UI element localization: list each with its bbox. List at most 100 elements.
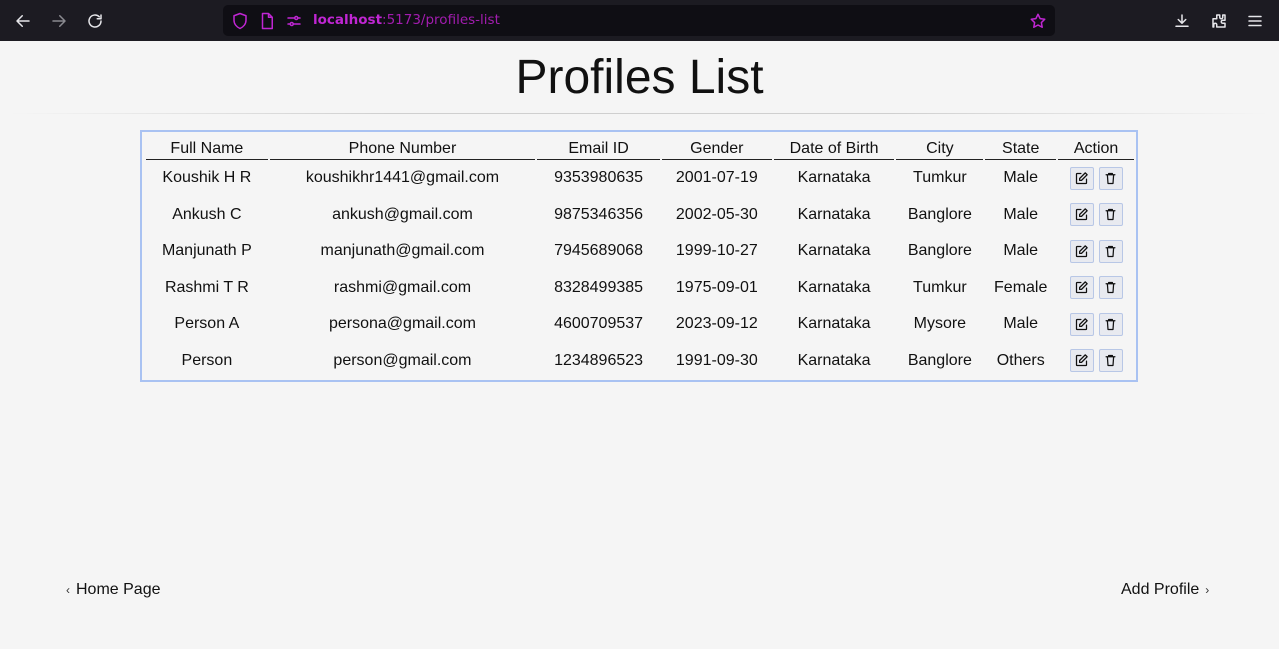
shield-icon[interactable]	[231, 12, 249, 30]
cell-gender: 1991-09-30	[675, 351, 758, 369]
row-actions	[1058, 239, 1134, 263]
cell-action	[1058, 160, 1134, 197]
cell-action	[1058, 343, 1134, 380]
table-row: Person person@gmail.com 1234896523 1991-09-…	[146, 343, 1134, 380]
header-email-id: Email ID	[537, 134, 660, 160]
back-icon[interactable]	[12, 10, 34, 32]
edit-button[interactable]	[1069, 312, 1094, 336]
delete-button[interactable]	[1098, 349, 1123, 373]
cell-phone-number: persona@gmail.com	[328, 315, 476, 333]
cell-email-id: 7945689068	[554, 242, 644, 260]
profiles-table: Full Name Phone Number Email ID Gender D…	[144, 134, 1136, 379]
cell-email-id: 9875346356	[554, 205, 644, 223]
cell-email-id: 1234896523	[554, 351, 644, 369]
trash-icon	[1103, 207, 1118, 222]
cell-email-id: 9353980635	[554, 169, 644, 187]
edit-icon	[1074, 171, 1089, 186]
edit-icon	[1074, 207, 1089, 222]
cell-state: Male	[1003, 315, 1039, 333]
url-text[interactable]: localhost:5173/profiles-list	[313, 11, 500, 29]
header-date-of-birth: Date of Birth	[773, 134, 895, 160]
edit-button[interactable]	[1069, 276, 1094, 300]
cell-phone-number: rashmi@gmail.com	[333, 278, 472, 296]
table-row: Manjunath P manjunath@gmail.com 7945689068…	[146, 233, 1134, 270]
row-actions	[1058, 349, 1134, 373]
header-phone-number: Phone Number	[269, 134, 536, 160]
trash-icon	[1103, 171, 1118, 186]
chevron-right-icon: ›	[1205, 583, 1210, 597]
cell-city: Banglore	[907, 205, 972, 223]
trash-icon	[1103, 244, 1118, 259]
cell-gender: 1975-09-01	[675, 278, 758, 296]
table-header-row: Full Name Phone Number Email ID Gender D…	[146, 134, 1134, 160]
add-profile-link[interactable]: Add Profile ›	[1121, 580, 1209, 600]
delete-button[interactable]	[1098, 239, 1123, 263]
table-row: Koushik H R koushikhr1441@gmail.com 935398…	[146, 160, 1134, 197]
cell-city: Tumkur	[913, 278, 967, 296]
edit-icon	[1074, 244, 1089, 259]
cell-date-of-birth: Karnataka	[797, 278, 871, 296]
cell-full-name: Koushik H R	[162, 169, 252, 187]
cell-gender: 2001-07-19	[675, 169, 758, 187]
cell-state: Female	[994, 278, 1048, 296]
cell-phone-number: person@gmail.com	[333, 351, 472, 369]
edit-button[interactable]	[1069, 166, 1094, 190]
trash-icon	[1103, 317, 1118, 332]
cell-phone-number: ankush@gmail.com	[332, 205, 473, 223]
edit-button[interactable]	[1069, 239, 1094, 263]
cell-action	[1058, 270, 1134, 307]
url-host: localhost	[313, 12, 383, 28]
add-profile-label: Add Profile	[1121, 581, 1200, 598]
cell-city: Banglore	[907, 351, 972, 369]
cell-action	[1058, 197, 1134, 234]
header-state: State	[985, 134, 1057, 160]
row-actions	[1058, 203, 1134, 227]
header-action: Action	[1058, 134, 1134, 160]
bookmark-star-icon[interactable]	[1029, 12, 1047, 30]
edit-button[interactable]	[1069, 349, 1094, 373]
page-icon[interactable]	[258, 12, 276, 30]
delete-button[interactable]	[1098, 203, 1123, 227]
permissions-icon[interactable]	[285, 12, 303, 30]
cell-date-of-birth: Karnataka	[797, 205, 871, 223]
row-actions	[1058, 312, 1134, 336]
home-page-link[interactable]: ‹ Home Page	[66, 580, 161, 600]
extensions-icon[interactable]	[1208, 10, 1230, 32]
download-icon[interactable]	[1171, 10, 1193, 32]
reload-icon[interactable]	[84, 10, 106, 32]
cell-gender: 1999-10-27	[675, 242, 758, 260]
delete-button[interactable]	[1098, 166, 1123, 190]
cell-full-name: Ankush C	[172, 205, 242, 223]
delete-button[interactable]	[1098, 312, 1123, 336]
trash-icon	[1103, 353, 1118, 368]
cell-date-of-birth: Karnataka	[797, 351, 871, 369]
cell-full-name: Rashmi T R	[164, 278, 249, 296]
cell-action	[1058, 306, 1134, 343]
url-bar[interactable]: localhost:5173/profiles-list	[223, 5, 1055, 36]
menu-icon[interactable]	[1244, 10, 1266, 32]
table-body: Koushik H R koushikhr1441@gmail.com 935398…	[146, 160, 1134, 379]
cell-phone-number: manjunath@gmail.com	[320, 242, 485, 260]
chevron-left-icon: ‹	[66, 583, 70, 597]
table-row: Person A persona@gmail.com 4600709537 2023-…	[146, 306, 1134, 343]
page-title: Profiles List	[515, 51, 764, 104]
cell-state: Others	[996, 351, 1045, 369]
cell-email-id: 4600709537	[554, 315, 644, 333]
cell-full-name: Person	[181, 351, 233, 369]
trash-icon	[1103, 280, 1118, 295]
cell-city: Mysore	[913, 315, 967, 333]
edit-icon	[1074, 280, 1089, 295]
forward-icon[interactable]	[48, 10, 70, 32]
edit-button[interactable]	[1069, 203, 1094, 227]
delete-button[interactable]	[1098, 276, 1123, 300]
header-full-name: Full Name	[146, 134, 268, 160]
header-gender: Gender	[661, 134, 772, 160]
header-city: City	[896, 134, 984, 160]
cell-date-of-birth: Karnataka	[797, 315, 871, 333]
cell-state: Male	[1003, 169, 1039, 187]
cell-state: Male	[1003, 242, 1039, 260]
cell-date-of-birth: Karnataka	[797, 169, 871, 187]
cell-state: Male	[1003, 205, 1039, 223]
edit-icon	[1074, 353, 1089, 368]
cell-city: Banglore	[907, 242, 972, 260]
